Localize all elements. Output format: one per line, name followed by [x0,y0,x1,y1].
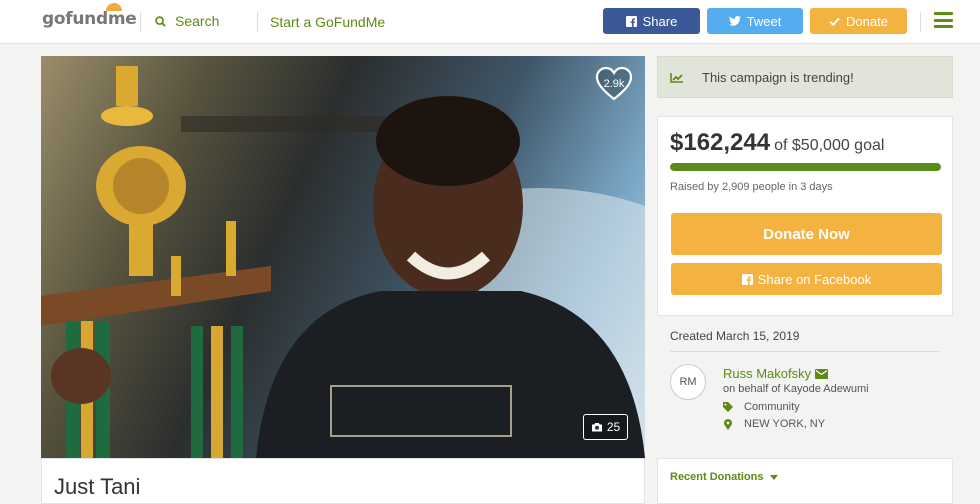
header-divider [920,12,921,32]
header-donate-button[interactable]: Donate [810,8,907,34]
checkmark-icon [829,17,840,26]
share-on-facebook-button[interactable]: Share on Facebook [671,263,942,295]
campaign-title-card: Just Tani [41,458,645,504]
raised-amount: $162,244 [670,129,771,156]
header-share-button[interactable]: Share [603,8,700,34]
organizer-name-link[interactable]: Russ Makofsky [723,366,829,381]
start-gofundme-link[interactable]: Start a GoFundMe [270,14,385,30]
category-row: Community [723,401,800,413]
raised-by-text: Raised by 2,909 people in 3 days [670,181,833,193]
header-divider [140,12,141,32]
tag-icon [723,402,733,412]
envelope-icon[interactable] [815,368,829,379]
tweet-label: Tweet [746,13,782,29]
organizer-name: Russ Makofsky [723,366,812,381]
header-divider [257,12,258,32]
search-label: Search [175,13,220,29]
likes-heart-badge[interactable]: 2.9k [595,66,633,102]
donate-now-button[interactable]: Donate Now [671,213,942,255]
photo-count-label: 25 [606,420,621,434]
top-header: gofundme Search Start a GoFundMe Share T… [0,0,980,44]
hamburger-menu-icon[interactable] [934,12,953,28]
goal-progress-fill [670,163,941,171]
donation-summary-card: $162,244 of $50,000 goal Raised by 2,909 … [657,116,953,316]
location-row: NEW YORK, NY [723,418,825,430]
donate-label: Donate [846,13,888,29]
on-behalf-text: on behalf of Kayode Adewumi [723,383,869,395]
photo-gallery-button[interactable]: 25 [583,414,628,440]
trending-text: This campaign is trending! [702,69,854,85]
recent-donations-label: Recent Donations [670,471,764,483]
goal-progress-bar [670,163,941,171]
goal-text: of $50,000 goal [774,137,885,154]
campaign-photo-illustration [41,66,645,458]
gofundme-logo[interactable]: gofundme [42,3,137,29]
category-label[interactable]: Community [744,401,800,413]
location-label: NEW YORK, NY [744,418,826,430]
camera-icon [591,423,602,432]
share-facebook-label: Share on Facebook [757,271,872,287]
amount-raised: $162,244 of $50,000 goal [670,129,884,157]
campaign-hero-image[interactable]: 2.9k 25 [41,56,645,458]
search-link[interactable]: Search [155,13,219,29]
facebook-icon [625,15,637,27]
trending-banner: This campaign is trending! [657,56,953,98]
campaign-title: Just Tani [54,474,141,499]
share-label: Share [642,13,678,29]
trending-chart-icon [670,72,683,83]
created-date: Created March 15, 2019 [670,329,800,343]
section-divider [670,351,940,352]
likes-count: 2.9k [603,78,625,90]
facebook-icon [741,273,753,285]
twitter-icon [728,16,741,26]
recent-donations-card: Recent Donations [657,458,953,504]
header-tweet-button[interactable]: Tweet [707,8,803,34]
recent-donations-toggle[interactable]: Recent Donations [670,471,778,483]
caret-down-icon [769,474,778,480]
organizer-avatar[interactable]: RM [670,364,706,400]
search-icon [155,15,166,27]
map-pin-icon [724,418,732,430]
